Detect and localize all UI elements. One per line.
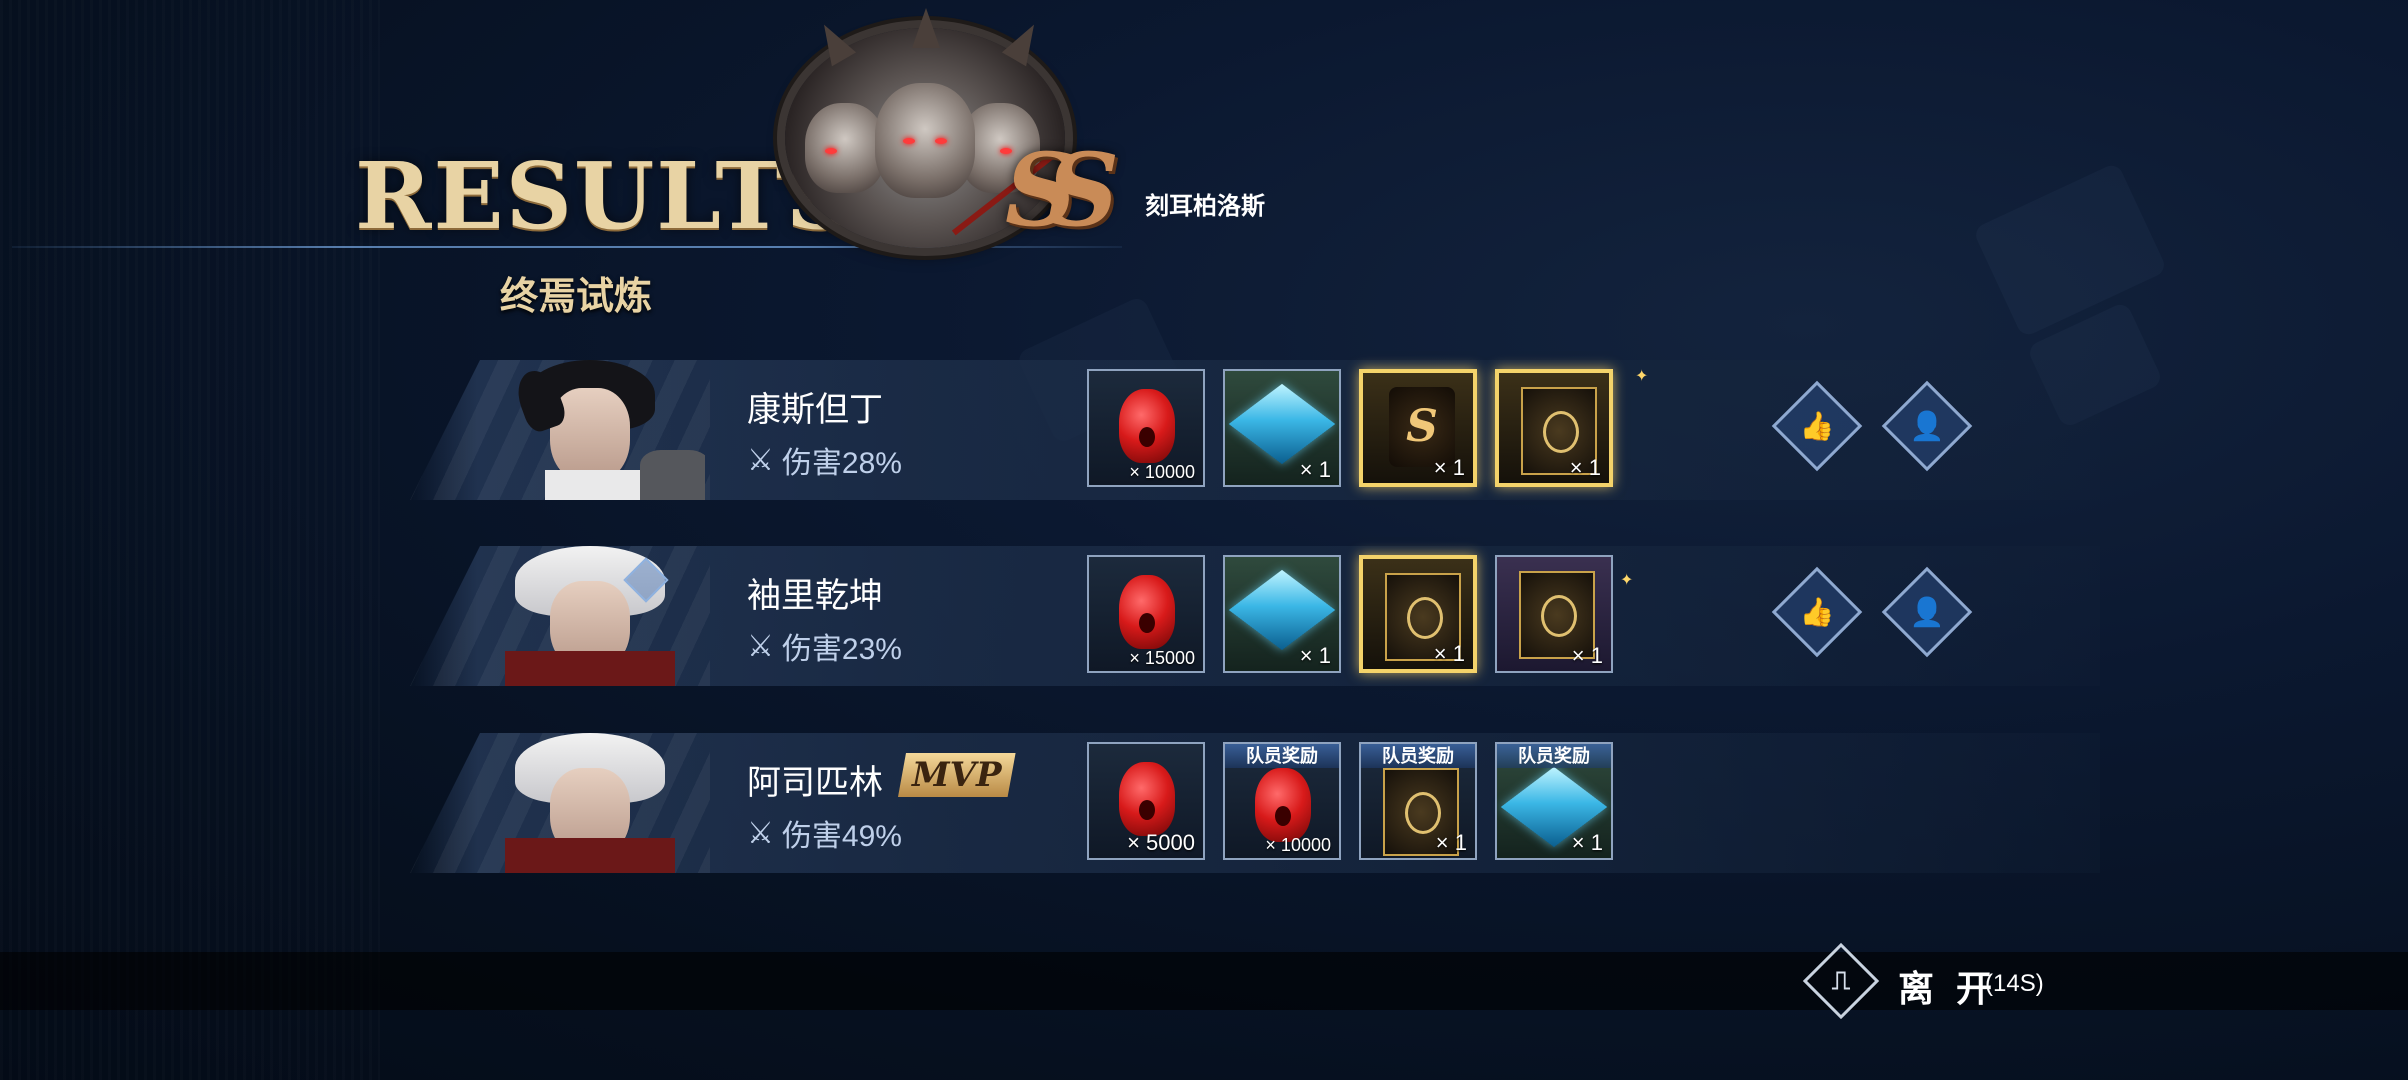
damage-stat: ⚔ 伤害23% <box>747 624 902 668</box>
reward-quantity: × 1 <box>1435 830 1467 855</box>
damage-stat: ⚔ 伤害28% <box>747 438 902 482</box>
reward-slot[interactable]: × 15000 <box>1087 555 1205 673</box>
red-gem-icon <box>1119 575 1175 649</box>
reward-slot[interactable]: × 1 <box>1223 369 1341 487</box>
blue-crystal-icon <box>1228 569 1336 651</box>
crossed-swords-icon: ⚔ <box>747 816 774 850</box>
damage-percent: 伤害49% <box>781 820 902 853</box>
damage-percent: 伤害23% <box>781 633 902 666</box>
mvp-badge: MVP <box>898 753 1016 797</box>
player-row: 袖里乾坤 ⚔ 伤害23% × 15000 × 1 × 1 × 1 ✦ 👍 👤 <box>410 546 2100 686</box>
bottom-bar <box>0 952 2408 1010</box>
header-divider <box>12 246 1122 248</box>
player-name: 阿司匹林 <box>747 764 883 802</box>
boss-frame-spike <box>912 8 940 48</box>
add-friend-icon: 👤 <box>1909 596 1945 628</box>
player-avatar <box>465 360 705 500</box>
thumbs-up-icon: 👍 <box>1799 410 1835 442</box>
boss-name: 刻耳柏洛斯 <box>1145 191 1265 220</box>
player-row: 康斯但丁 ⚔ 伤害28% × 10000 × 1 S × 1 × 1 ✦ 👍 👤 <box>410 360 2100 500</box>
player-avatar <box>465 733 705 873</box>
reward-slot[interactable]: S × 1 <box>1359 369 1477 487</box>
blue-crystal-icon <box>1228 383 1336 465</box>
leave-timer: (14S) <box>1985 970 2044 997</box>
team-reward-tag: 队员奖励 <box>1497 744 1611 768</box>
player-avatar <box>465 546 705 686</box>
reward-slot[interactable]: × 1 <box>1495 369 1613 487</box>
reward-quantity: × 10000 <box>1265 835 1331 855</box>
reward-quantity: × 1 <box>1299 643 1331 668</box>
sparkle-icon: ✦ <box>1635 368 1649 385</box>
reward-slot[interactable]: × 5000 <box>1087 742 1205 860</box>
crossed-swords-icon: ⚔ <box>747 629 774 663</box>
reward-slot[interactable]: 队员奖励 × 1 <box>1495 742 1613 860</box>
reward-slot[interactable]: 队员奖励 × 1 <box>1359 742 1477 860</box>
reward-slot[interactable]: × 1 <box>1495 555 1613 673</box>
player-name: 康斯但丁 <box>747 391 883 429</box>
reward-quantity: × 1 <box>1299 457 1331 482</box>
reward-quantity: × 1 <box>1433 455 1465 480</box>
red-gem-icon <box>1119 389 1175 463</box>
reward-quantity: × 15000 <box>1129 648 1195 668</box>
reward-quantity: × 10000 <box>1129 462 1195 482</box>
background-stripes <box>0 0 380 1080</box>
results-title: RESULTS <box>355 142 855 250</box>
team-reward-tag: 队员奖励 <box>1225 744 1339 768</box>
reward-quantity: × 1 <box>1433 641 1465 666</box>
reward-slot[interactable]: × 1 <box>1359 555 1477 673</box>
sparkle-icon: ✦ <box>1620 572 1634 589</box>
reward-slot[interactable]: × 1 <box>1223 555 1341 673</box>
player-row: 阿司匹林 MVP ⚔ 伤害49% × 5000 队员奖励 × 10000 队员奖… <box>410 733 2100 873</box>
crossed-swords-icon: ⚔ <box>747 443 774 477</box>
team-reward-tag: 队员奖励 <box>1361 744 1475 768</box>
damage-percent: 伤害28% <box>781 447 902 480</box>
reward-quantity: × 1 <box>1571 830 1603 855</box>
leave-button[interactable]: 离 开 <box>1898 960 1998 1012</box>
dungeon-subtitle: 终焉试炼 <box>500 273 653 318</box>
reward-quantity: × 1 <box>1569 455 1601 480</box>
reward-slot[interactable]: 队员奖励 × 10000 <box>1223 742 1341 860</box>
add-friend-icon: 👤 <box>1909 410 1945 442</box>
reward-quantity: × 1 <box>1571 643 1603 668</box>
red-gem-icon <box>1119 762 1175 836</box>
player-name: 袖里乾坤 <box>747 577 883 615</box>
exit-door-icon: ⎍ <box>1831 965 1851 995</box>
red-gem-icon <box>1255 768 1311 842</box>
reward-slot[interactable]: × 10000 <box>1087 369 1205 487</box>
damage-stat: ⚔ 伤害49% <box>747 811 902 855</box>
reward-quantity: × 5000 <box>1127 830 1195 855</box>
thumbs-up-icon: 👍 <box>1799 596 1835 628</box>
rank-badge: SS <box>1005 131 1119 249</box>
background-decoration <box>1972 161 2168 339</box>
